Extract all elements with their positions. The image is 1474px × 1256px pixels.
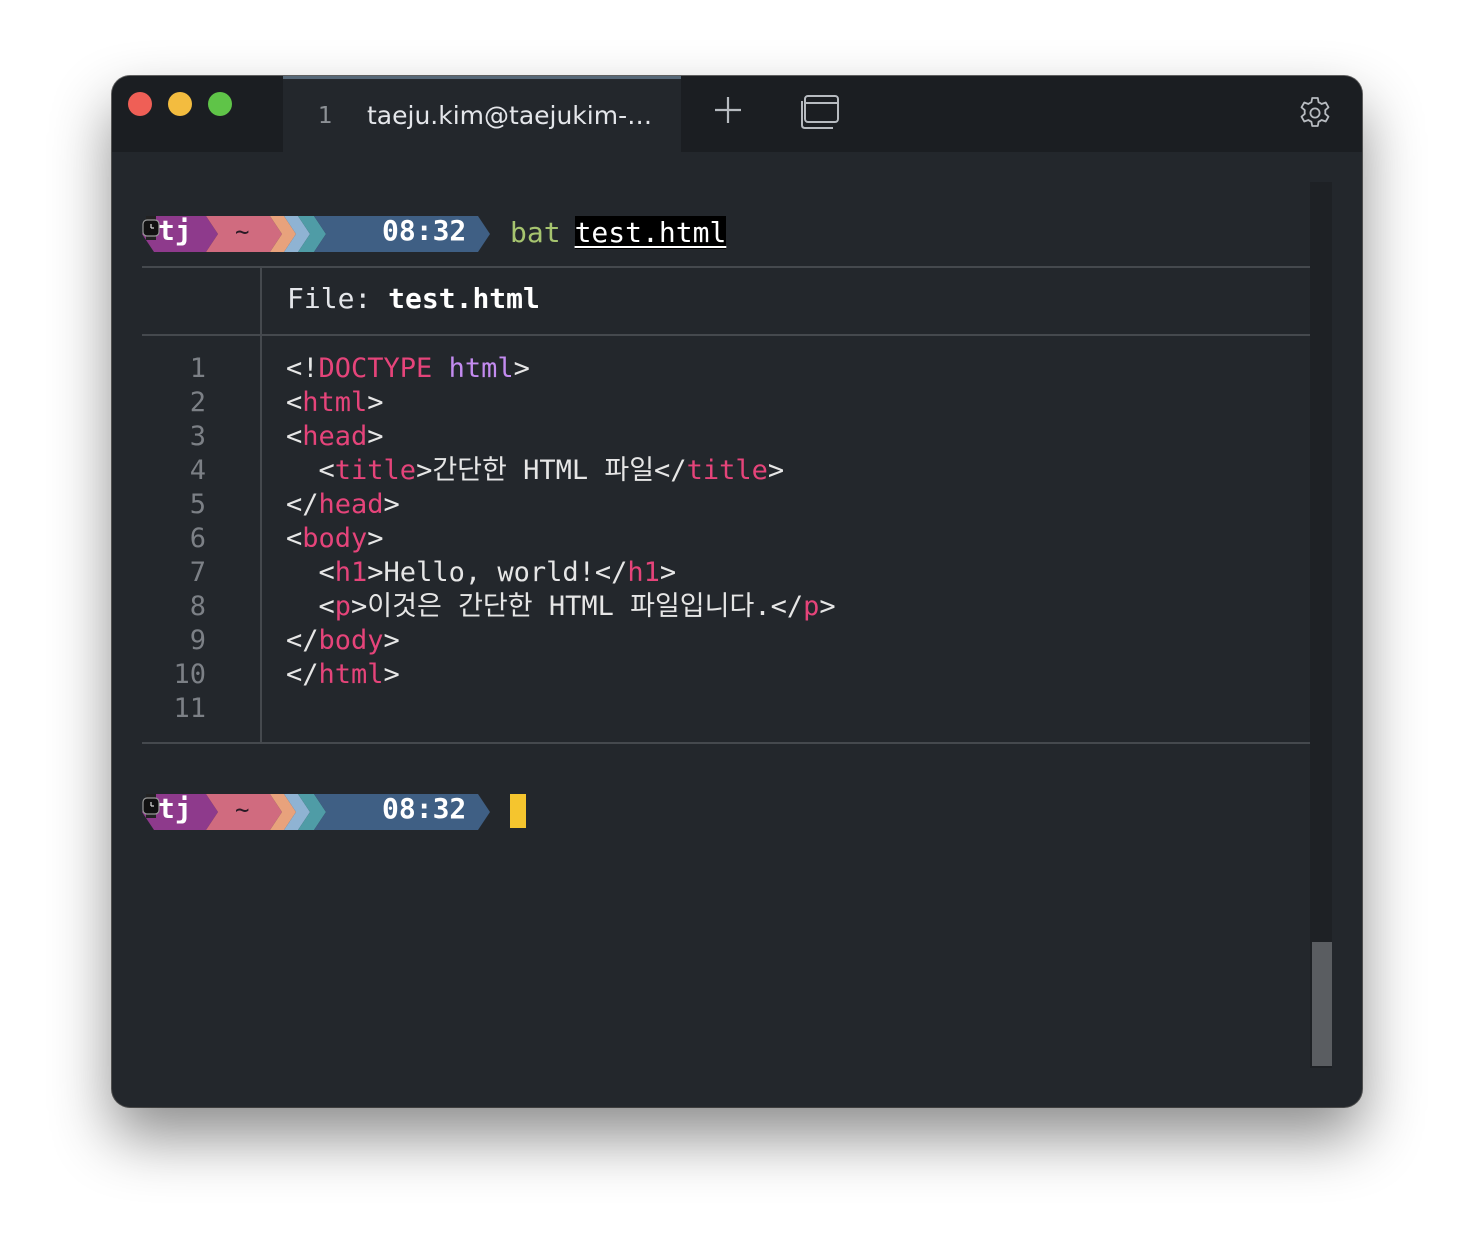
line-number: 1: [189, 353, 206, 384]
code-text: >: [513, 353, 530, 384]
code-token: h1: [334, 557, 368, 588]
line-number: 5: [189, 489, 206, 520]
code-token: html: [448, 353, 514, 384]
code-text: <!: [286, 353, 319, 384]
code-text: >: [659, 557, 677, 588]
code-line: </body>: [286, 624, 836, 658]
command-line: bat test.html: [510, 216, 727, 249]
title-bar: 1 taeju.kim@taejukim-…: [112, 76, 1362, 152]
code-text: >이것은 간단한 HTML 파일입니다.</: [351, 591, 804, 622]
code-text: >간단한 HTML 파일</: [416, 455, 687, 486]
code-token: title: [686, 455, 768, 486]
line-number: 3: [189, 421, 206, 452]
command-argument: test.html: [574, 216, 727, 249]
code-line: <!DOCTYPE html>: [286, 352, 836, 386]
line-number: 8: [189, 591, 206, 622]
code-token: h1: [627, 557, 660, 588]
code-text: </: [286, 489, 319, 520]
watch-icon: [142, 216, 160, 240]
code-token: p: [334, 591, 352, 622]
zoom-button[interactable]: [208, 92, 232, 116]
minimize-button[interactable]: [168, 92, 192, 116]
gear-icon[interactable]: [1298, 96, 1332, 130]
line-number: 11: [173, 693, 206, 724]
code-line: <title>간단한 HTML 파일</title>: [286, 454, 836, 488]
prompt-time: 08:32: [382, 792, 467, 825]
code-text: >: [367, 421, 384, 452]
code-token: head: [318, 489, 384, 520]
code-text: <: [286, 455, 335, 486]
scrollbar-thumb[interactable]: [1312, 942, 1332, 1066]
code-token: DOCTYPE: [318, 353, 433, 384]
code-line: <body>: [286, 522, 836, 556]
code-token: head: [302, 421, 368, 452]
bat-gutter-divider: [260, 336, 262, 742]
text-cursor[interactable]: [510, 794, 526, 828]
line-number: 10: [173, 659, 206, 690]
tab-title: taeju.kim@taejukim-…: [367, 101, 653, 130]
plus-icon[interactable]: [712, 94, 744, 126]
code-text: >: [383, 625, 400, 656]
line-number: 2: [189, 387, 206, 418]
bat-header-rule: [142, 334, 1310, 336]
code-text: >: [819, 591, 836, 622]
code-text: <: [286, 421, 303, 452]
window-stack-icon[interactable]: [800, 94, 840, 130]
code-line: <h1>Hello, world!</h1>: [286, 556, 836, 590]
terminal-body[interactable]: tj ~ 08:32 bat test.html File: test.html …: [112, 152, 1362, 1107]
code-text: <: [286, 591, 335, 622]
code-token: p: [803, 591, 820, 622]
code-listing: <!DOCTYPE html> <html> <head> <title>간단한 H…: [286, 352, 836, 726]
code-line: </head>: [286, 488, 836, 522]
watch-icon: [142, 794, 160, 818]
bat-bottom-rule: [142, 742, 1310, 744]
line-number-gutter: 1 2 3 4 5 6 7 8 9 10 11: [142, 352, 206, 726]
bat-file-header: File: test.html: [287, 282, 540, 315]
code-text: <: [286, 557, 335, 588]
code-line: <html>: [286, 386, 836, 420]
prompt-user: tj: [158, 792, 192, 825]
code-token: body: [318, 625, 384, 656]
line-number: 9: [189, 625, 206, 656]
code-token: body: [302, 523, 368, 554]
code-text: >: [383, 489, 400, 520]
code-text: <: [286, 387, 303, 418]
code-line: </html>: [286, 658, 836, 692]
code-token: title: [334, 455, 417, 486]
tab-active[interactable]: 1 taeju.kim@taejukim-…: [283, 76, 681, 152]
code-line: <head>: [286, 420, 836, 454]
file-name: test.html: [388, 282, 540, 315]
code-text: >: [367, 523, 384, 554]
prompt-dir: ~: [235, 218, 250, 246]
prompt-user: tj: [158, 214, 192, 247]
bat-header-divider: [260, 268, 262, 334]
line-number: 4: [189, 455, 206, 486]
code-token: html: [302, 387, 368, 418]
close-button[interactable]: [128, 92, 152, 116]
prompt-dir: ~: [235, 796, 250, 824]
code-line: <p>이것은 간단한 HTML 파일입니다.</p>: [286, 590, 836, 624]
code-text: >: [767, 455, 785, 486]
code-text: >: [383, 659, 400, 690]
code-text: >: [367, 387, 384, 418]
code-text: </: [286, 625, 319, 656]
command-program: bat: [510, 216, 561, 249]
scrollbar-track[interactable]: [1310, 182, 1332, 1068]
line-number: 6: [189, 523, 206, 554]
code-text: >Hello, world!</: [367, 557, 628, 588]
bat-top-rule: [142, 266, 1310, 268]
line-number: 7: [189, 557, 206, 588]
terminal-window: 1 taeju.kim@taejukim-… tj ~ 08:32 bat te…: [112, 76, 1362, 1107]
code-text: </: [286, 659, 319, 690]
prompt-time: 08:32: [382, 214, 467, 247]
code-text: <: [286, 523, 303, 554]
file-label: File:: [287, 282, 372, 315]
tab-number: 1: [318, 103, 333, 129]
code-token: html: [318, 659, 384, 690]
